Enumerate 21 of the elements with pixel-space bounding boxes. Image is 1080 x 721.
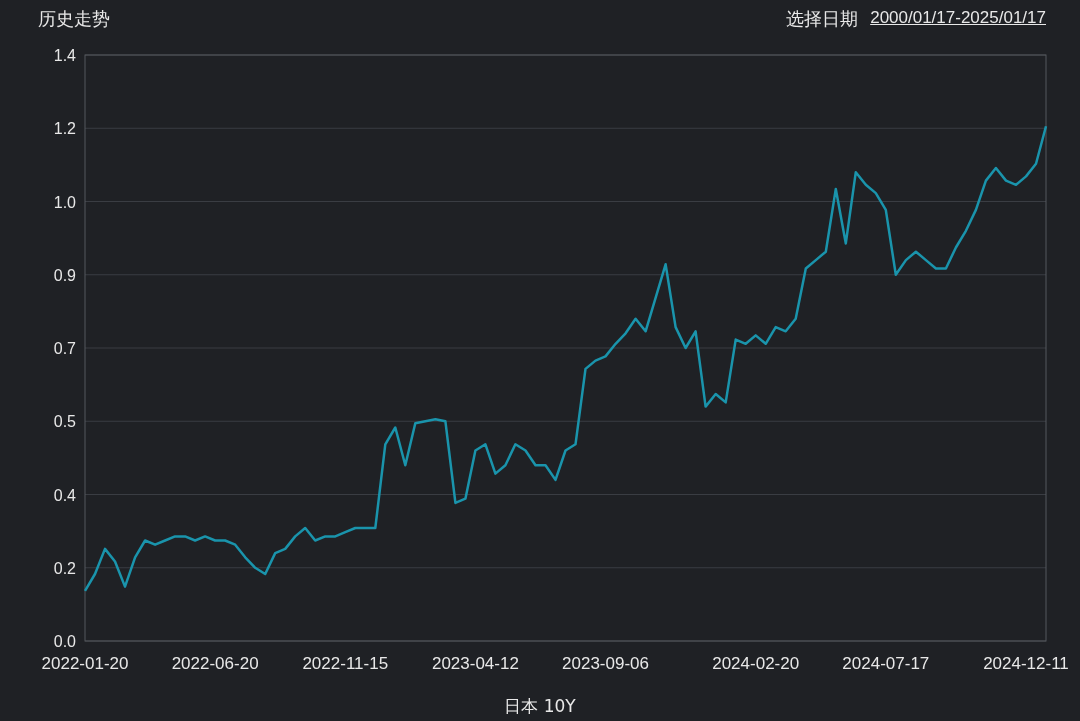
x-axis-label: 2024-07-17 [842, 654, 930, 673]
y-axis-label: 1.2 [53, 120, 76, 138]
x-axis-label: 2022-01-20 [41, 654, 129, 673]
date-label: 选择日期 [786, 6, 859, 31]
x-axis-label: 2024-12-11 [983, 654, 1069, 673]
x-axis-label: 2023-09-06 [562, 654, 650, 673]
x-axis-label: 2022-11-15 [302, 654, 389, 673]
y-axis-label: 1.4 [53, 47, 76, 64]
y-axis-label: 0.5 [53, 413, 76, 431]
x-axis-label: 2022-06-20 [171, 654, 259, 673]
legend-label: 日本 10Y [504, 696, 576, 716]
y-axis-label: 0.2 [53, 559, 76, 577]
y-axis-label: 0.9 [53, 266, 76, 284]
y-axis-label: 0.0 [53, 633, 76, 650]
y-axis-label: 1.0 [53, 193, 76, 211]
chart-title: 历史走势 [38, 6, 110, 31]
x-axis-label: 2024-02-20 [712, 654, 800, 673]
date-range-link[interactable]: 2000/01/17-2025/01/17 [870, 5, 1046, 31]
y-axis-label: 0.7 [53, 340, 76, 357]
x-axis-label: 2023-04-12 [431, 654, 519, 673]
y-axis-label: 0.4 [53, 486, 76, 504]
